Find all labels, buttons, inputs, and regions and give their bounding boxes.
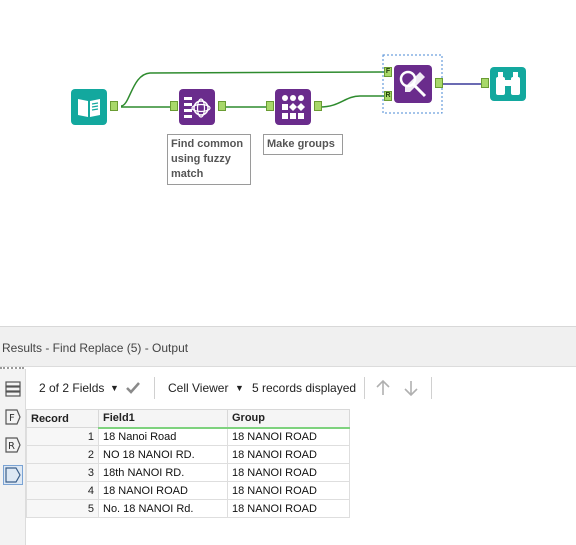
table-view-button[interactable] — [3, 379, 23, 399]
arrow-down-icon[interactable] — [403, 379, 419, 397]
fuzzy-input-anchor[interactable] — [170, 101, 178, 111]
table-row[interactable]: 2 NO 18 NANOI RD. 18 NANOI ROAD — [26, 445, 350, 464]
fields-selector[interactable]: 2 of 2 Fields — [39, 381, 104, 395]
connection-wires — [120, 54, 482, 114]
find-replace-r-anchor[interactable]: R — [384, 91, 392, 101]
input-data-tool[interactable] — [71, 89, 107, 125]
column-header-record[interactable]: Record — [26, 409, 99, 428]
fuzzy-output-anchor[interactable] — [218, 101, 226, 111]
results-title: Results - Find Replace (5) - Output — [2, 341, 189, 355]
table-row[interactable]: 4 18 NANOI ROAD 18 NANOI ROAD — [26, 481, 350, 500]
table-icon — [5, 381, 21, 397]
column-header-group[interactable]: Group — [227, 409, 350, 429]
record-cell: 5 — [26, 499, 99, 518]
results-sidebar: F R — [0, 369, 26, 545]
results-grid: Record Field1 Group 1 18 Nanoi Road 18 N… — [26, 409, 350, 518]
tag-icon — [5, 467, 21, 483]
group-cell[interactable]: 18 NANOI ROAD — [227, 445, 350, 464]
field1-cell[interactable]: 18 NANOI ROAD — [98, 481, 228, 500]
results-panel: Results - Find Replace (5) - Output F R — [0, 326, 576, 545]
table-row[interactable]: 3 18th NANOI RD. 18 NANOI ROAD — [26, 463, 350, 482]
find-replace-f-anchor[interactable]: F — [384, 67, 392, 77]
make-group-tool[interactable] — [275, 89, 311, 125]
arrow-up-icon[interactable] — [375, 379, 391, 397]
record-icon: R — [5, 437, 21, 453]
group-cell[interactable]: 18 NANOI ROAD — [227, 499, 350, 518]
column-header-field1[interactable]: Field1 — [98, 409, 228, 429]
tag-view-button[interactable] — [3, 465, 23, 485]
table-header-row: Record Field1 Group — [26, 409, 350, 429]
field-icon: F — [5, 409, 21, 425]
field1-cell[interactable]: NO 18 NANOI RD. — [98, 445, 228, 464]
group-cell[interactable]: 18 NANOI ROAD — [227, 427, 350, 446]
table-row[interactable]: 1 18 Nanoi Road 18 NANOI ROAD — [26, 427, 350, 446]
binoculars-icon — [496, 72, 520, 95]
book-icon — [78, 99, 100, 117]
workflow-canvas[interactable]: Find common using fuzzy match Make group… — [0, 0, 576, 326]
fuzzy-match-icon — [184, 97, 211, 118]
browse-tool[interactable] — [490, 67, 526, 101]
results-toolbar: 2 of 2 Fields ▼ Cell Viewer ▼ 5 records … — [26, 371, 576, 405]
fields-dropdown-icon[interactable]: ▼ — [110, 383, 119, 393]
input-output-anchor[interactable] — [110, 101, 118, 111]
field1-cell[interactable]: 18 Nanoi Road — [98, 427, 228, 446]
viewer-dropdown-icon[interactable]: ▼ — [235, 383, 244, 393]
checkmark-icon[interactable] — [125, 381, 141, 395]
group-cell[interactable]: 18 NANOI ROAD — [227, 463, 350, 482]
viewer-selector[interactable]: Cell Viewer — [168, 381, 228, 395]
results-header: Results - Find Replace (5) - Output — [0, 327, 576, 367]
group-cell[interactable]: 18 NANOI ROAD — [227, 481, 350, 500]
svg-text:R: R — [8, 441, 15, 452]
find-replace-output-anchor[interactable] — [435, 78, 443, 88]
fuzzy-match-tool[interactable] — [179, 89, 215, 125]
toolbar-separator — [154, 377, 155, 399]
record-view-button[interactable]: R — [3, 435, 23, 455]
field1-cell[interactable]: No. 18 NANOI Rd. — [98, 499, 228, 518]
find-replace-icon — [399, 70, 427, 98]
record-cell: 3 — [26, 463, 99, 482]
groups-output-anchor[interactable] — [314, 101, 322, 111]
records-count: 5 records displayed — [252, 381, 357, 395]
groups-input-anchor[interactable] — [266, 101, 274, 111]
find-replace-tool[interactable] — [394, 65, 432, 103]
make-group-icon — [282, 95, 305, 119]
record-cell: 4 — [26, 481, 99, 500]
browse-input-anchor[interactable] — [481, 78, 489, 88]
record-cell: 1 — [26, 427, 99, 446]
table-row[interactable]: 5 No. 18 NANOI Rd. 18 NANOI ROAD — [26, 499, 350, 518]
toolbar-separator — [364, 377, 365, 399]
fuzzy-tool-label: Find common using fuzzy match — [167, 134, 251, 185]
results-table: Record Field1 Group 1 18 Nanoi Road 18 N… — [26, 409, 350, 518]
toolbar-separator — [431, 377, 432, 399]
svg-text:F: F — [9, 413, 15, 424]
field1-cell[interactable]: 18th NANOI RD. — [98, 463, 228, 482]
record-cell: 2 — [26, 445, 99, 464]
field-view-button[interactable]: F — [3, 407, 23, 427]
groups-tool-label: Make groups — [263, 134, 343, 155]
